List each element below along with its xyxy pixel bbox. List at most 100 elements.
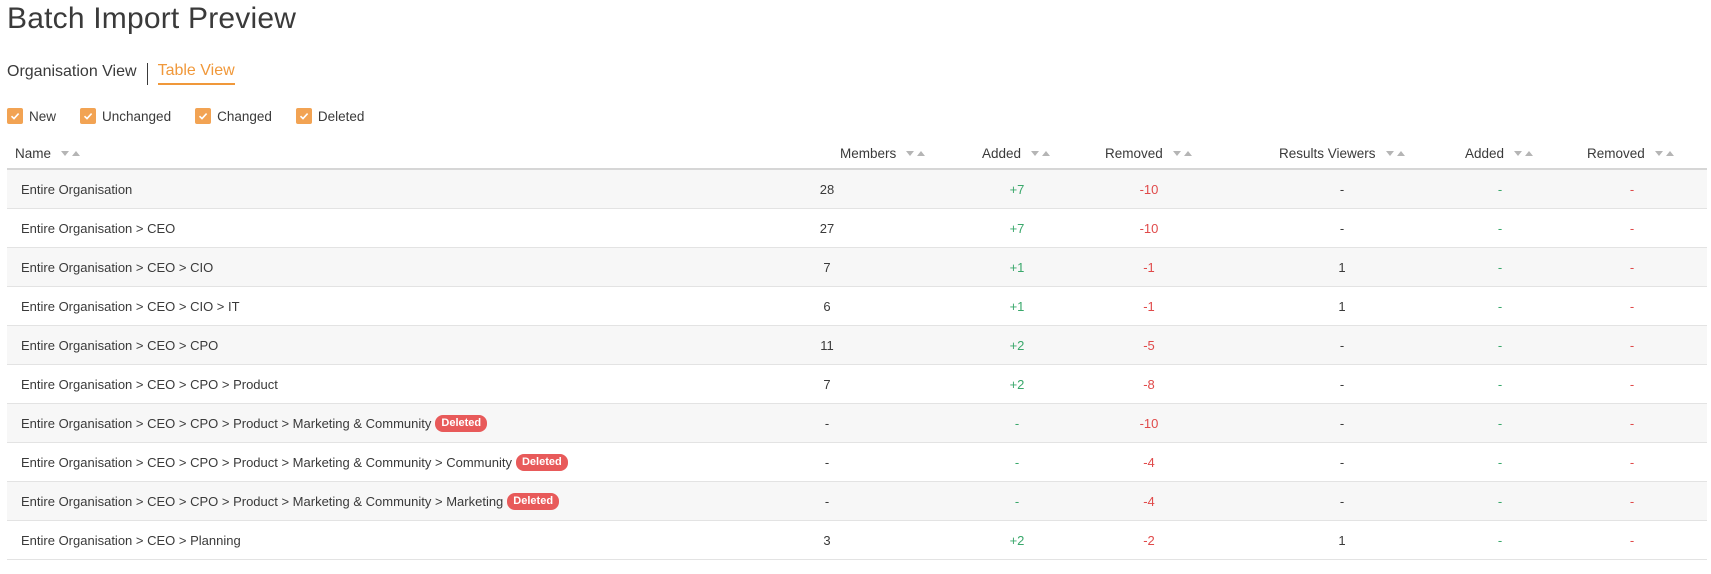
checkbox-checked-icon[interactable] <box>295 108 312 124</box>
cell-removed: -4 <box>1143 493 1155 509</box>
cell-added: +1 <box>1009 298 1025 314</box>
tab-table-view[interactable]: Table View <box>157 62 235 85</box>
cell-added: +2 <box>1009 376 1025 392</box>
table-row[interactable]: Entire Organisation > CEO > CPO > Produc… <box>7 443 1707 482</box>
deleted-badge: Deleted <box>507 492 560 510</box>
column-header-results-viewers[interactable]: Results Viewers <box>1279 138 1405 168</box>
sort-icon[interactable] <box>61 150 81 156</box>
cell-viewers-removed: - <box>1629 454 1635 470</box>
deleted-badge: Deleted <box>435 414 488 432</box>
cell-removed: -1 <box>1143 259 1155 275</box>
table-row[interactable]: Entire Organisation > CEO > CPO > Produc… <box>7 365 1707 404</box>
filter-deleted[interactable]: Deleted <box>295 108 365 124</box>
sort-icon[interactable] <box>1385 150 1405 156</box>
cell-removed: -10 <box>1139 220 1159 236</box>
cell-added: +7 <box>1009 181 1025 197</box>
tab-organisation-view[interactable]: Organisation View <box>7 63 137 84</box>
cell-name: Entire Organisation > CEO > CPO > Produc… <box>21 376 278 392</box>
cell-members: - <box>824 415 830 431</box>
checkbox-checked-icon[interactable] <box>7 108 23 124</box>
status-filters: New Unchanged Changed Deleted <box>7 108 388 124</box>
cell-members: 6 <box>823 298 831 314</box>
sort-icon[interactable] <box>1031 150 1051 156</box>
cell-viewers-added: - <box>1497 532 1503 548</box>
cell-results-viewers: 1 <box>1338 298 1346 314</box>
cell-added: +1 <box>1009 259 1025 275</box>
cell-viewers-removed: - <box>1629 532 1635 548</box>
cell-removed: -5 <box>1143 337 1155 353</box>
table-row[interactable]: Entire Organisation > CEO > CPO > Produc… <box>7 482 1707 521</box>
page-title: Batch Import Preview <box>7 2 297 35</box>
column-header-viewers-added[interactable]: Added <box>1465 138 1534 168</box>
column-header-viewers-removed[interactable]: Removed <box>1587 138 1674 168</box>
table-row[interactable]: Entire Organisation > CEO > CIO > IT 6 +… <box>7 287 1707 326</box>
sort-icon[interactable] <box>1172 150 1192 156</box>
cell-added: - <box>1014 493 1020 509</box>
cell-members: 7 <box>823 259 831 275</box>
cell-viewers-removed: - <box>1629 181 1635 197</box>
cell-members: - <box>824 493 830 509</box>
cell-added: +2 <box>1009 337 1025 353</box>
sort-icon[interactable] <box>1654 150 1674 156</box>
cell-name: Entire Organisation > CEO > CPO <box>21 337 219 353</box>
cell-viewers-added: - <box>1497 415 1503 431</box>
cell-results-viewers: - <box>1339 220 1345 236</box>
cell-removed: -2 <box>1143 532 1155 548</box>
view-tabs: Organisation View Table View <box>7 62 235 85</box>
cell-removed: -10 <box>1139 415 1159 431</box>
cell-added: +2 <box>1009 532 1025 548</box>
deleted-badge: Deleted <box>515 453 568 471</box>
cell-viewers-added: - <box>1497 298 1503 314</box>
cell-results-viewers: - <box>1339 181 1345 197</box>
checkbox-checked-icon[interactable] <box>195 108 212 124</box>
column-header-added[interactable]: Added <box>982 138 1051 168</box>
filter-label: Deleted <box>317 108 365 124</box>
cell-viewers-removed: - <box>1629 376 1635 392</box>
cell-results-viewers: 1 <box>1338 532 1346 548</box>
checkbox-checked-icon[interactable] <box>80 108 97 124</box>
cell-members: 7 <box>823 376 831 392</box>
cell-name: Entire Organisation > CEO > CPO > Produc… <box>21 482 560 520</box>
cell-name: Entire Organisation > CEO > CPO > Produc… <box>21 404 488 442</box>
cell-members: 3 <box>823 532 831 548</box>
cell-members: 27 <box>819 220 835 236</box>
table-row[interactable]: Entire Organisation > CEO > CPO > Produc… <box>7 404 1707 443</box>
cell-members: - <box>824 454 830 470</box>
cell-members: 11 <box>820 337 834 353</box>
cell-name: Entire Organisation > CEO <box>21 220 176 236</box>
table-row[interactable]: Entire Organisation > CEO > CPO 11 +2 -5… <box>7 326 1707 365</box>
cell-viewers-removed: - <box>1629 415 1635 431</box>
cell-viewers-added: - <box>1497 259 1503 275</box>
filter-unchanged[interactable]: Unchanged <box>80 108 171 124</box>
cell-name: Entire Organisation > CEO > CIO > IT <box>21 298 240 314</box>
cell-name: Entire Organisation > CEO > CPO > Produc… <box>21 443 568 481</box>
column-header-removed[interactable]: Removed <box>1105 138 1192 168</box>
sort-icon[interactable] <box>1514 150 1534 156</box>
filter-changed[interactable]: Changed <box>195 108 272 124</box>
cell-removed: -10 <box>1139 181 1159 197</box>
cell-viewers-removed: - <box>1629 337 1635 353</box>
table-row[interactable]: Entire Organisation > CEO > Planning 3 +… <box>7 521 1707 560</box>
cell-name: Entire Organisation <box>21 181 133 197</box>
cell-added: - <box>1014 454 1020 470</box>
filter-label: New <box>29 108 57 124</box>
table-row[interactable]: Entire Organisation > CEO > CIO 7 +1 -1 … <box>7 248 1707 287</box>
filter-label: Changed <box>217 108 272 124</box>
cell-results-viewers: - <box>1339 376 1345 392</box>
cell-added: +7 <box>1009 220 1025 236</box>
column-header-members[interactable]: Members <box>840 138 926 168</box>
cell-results-viewers: 1 <box>1338 259 1346 275</box>
filter-new[interactable]: New <box>7 108 56 124</box>
cell-removed: -1 <box>1143 298 1155 314</box>
table-body: Entire Organisation 28 +7 -10 - - - Enti… <box>7 170 1707 560</box>
table-row[interactable]: Entire Organisation > CEO 27 +7 -10 - - … <box>7 209 1707 248</box>
cell-results-viewers: - <box>1339 454 1345 470</box>
tab-divider <box>146 62 148 85</box>
cell-viewers-added: - <box>1497 454 1503 470</box>
cell-viewers-added: - <box>1497 220 1503 236</box>
import-table: Name Members Added Removed Results Viewe… <box>7 138 1707 560</box>
table-row[interactable]: Entire Organisation 28 +7 -10 - - - <box>7 170 1707 209</box>
cell-viewers-removed: - <box>1629 493 1635 509</box>
sort-icon[interactable] <box>906 150 926 156</box>
column-header-name[interactable]: Name <box>15 138 81 168</box>
